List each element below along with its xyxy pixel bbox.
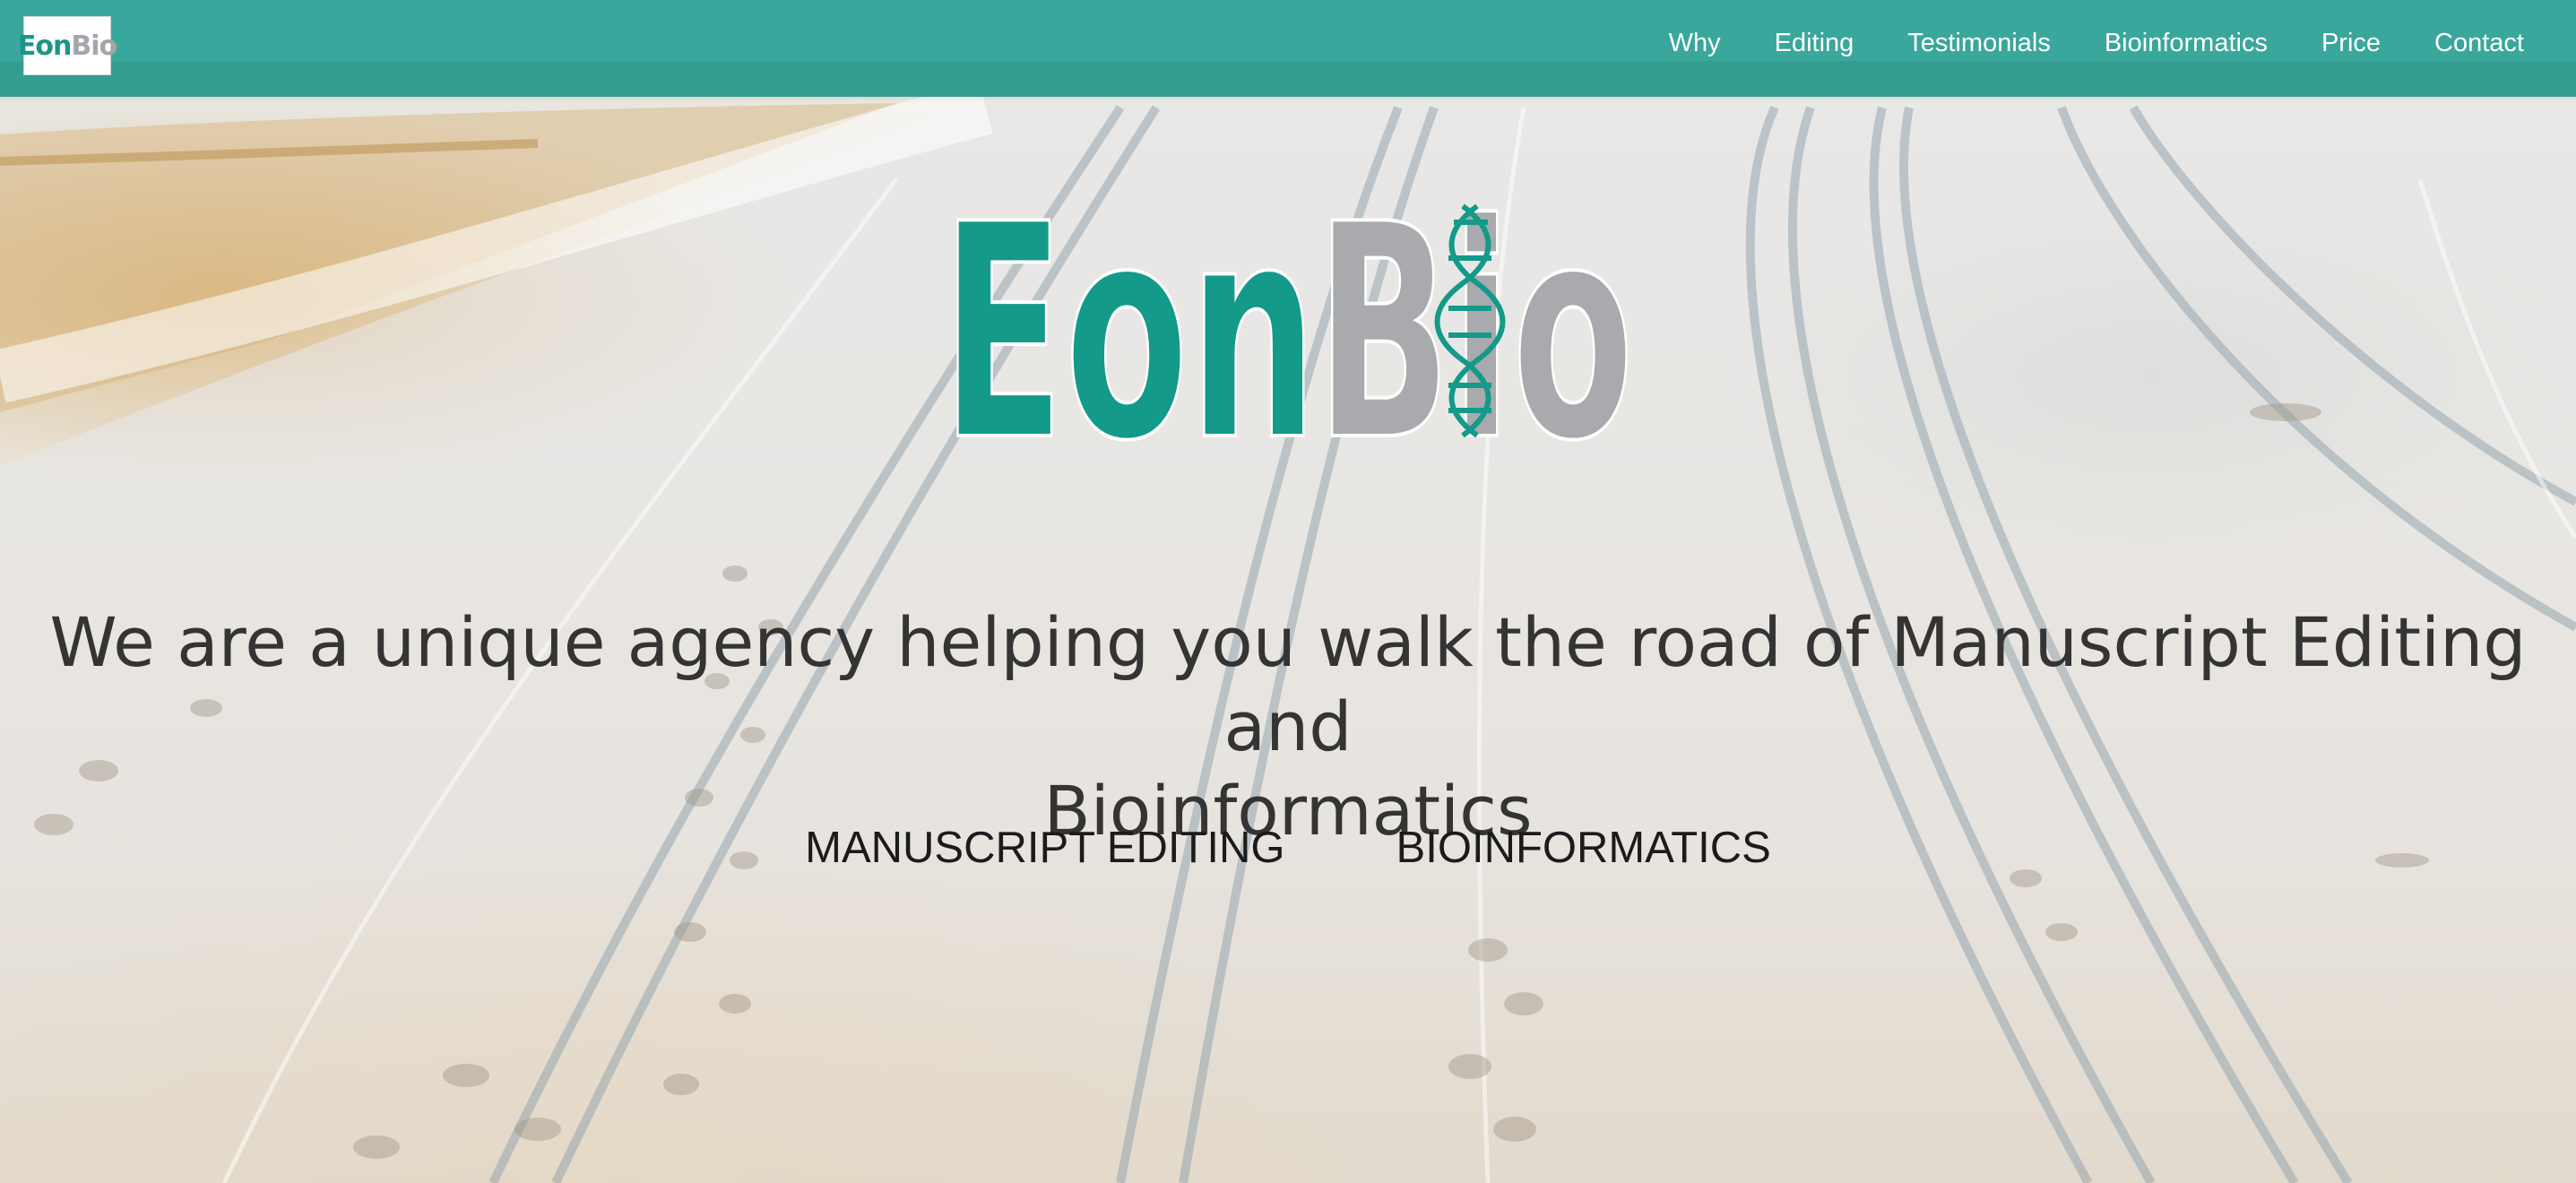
sand-road-photo [0,82,2576,1183]
brand-name-bio: Bio [71,30,117,62]
brand-logo-link[interactable]: Eon Bio [18,16,117,75]
hero-cta-row: MANUSCRIPT EDITING BIOINFORMATICS [0,823,2576,873]
nav-link-contact[interactable]: Contact [2434,29,2524,58]
nav-link-testimonials[interactable]: Testimonials [1907,29,2051,58]
nav-link-why[interactable]: Why [1669,29,1721,58]
top-navbar: Eon Bio Why Editing Testimonials Bioinfor… [0,0,2576,97]
manuscript-editing-link[interactable]: MANUSCRIPT EDITING [805,823,1284,873]
hero-logo-eon: Eon [941,195,1318,446]
hero-background-image [0,0,2576,1183]
navbar-lower-band [0,61,2576,97]
bioinformatics-link[interactable]: BIOINFORMATICS [1396,823,1771,873]
nav-menu: Why Editing Testimonials Bioinformatics … [1615,25,2524,61]
brand-name-eon: Eon [17,30,72,62]
nav-link-price[interactable]: Price [2321,29,2381,58]
hero-logo: Eon Bio [939,160,1640,507]
nav-link-bioinformatics[interactable]: Bioinformatics [2105,29,2268,58]
nav-link-editing[interactable]: Editing [1775,29,1854,58]
hero-headline-line1: We are a unique agency helping you walk … [49,602,2527,766]
hero-headline: We are a unique agency helping you walk … [0,600,2576,853]
eonbio-logo-graphic: Eon Bio [939,160,1636,507]
